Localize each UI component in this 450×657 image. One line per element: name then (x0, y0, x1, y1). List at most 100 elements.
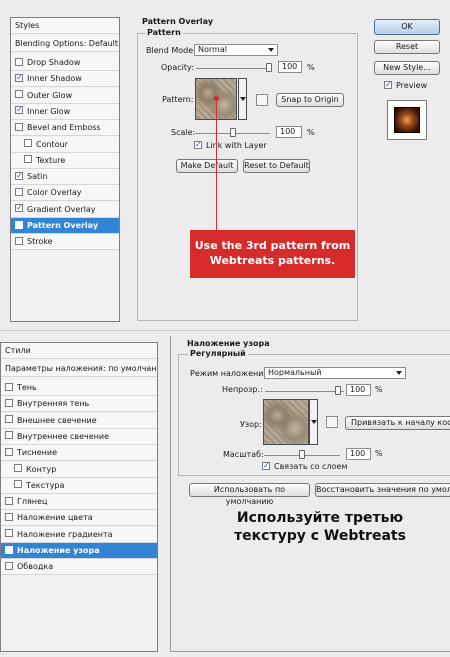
ru-style-item[interactable]: Контур (1, 461, 157, 478)
preview-checkbox[interactable] (384, 80, 392, 89)
ru-style-label: Внутреннее свечение (17, 431, 109, 441)
style-checkbox[interactable] (24, 155, 32, 164)
ru-style-item[interactable]: Внешнее свечение (1, 412, 157, 429)
pattern-picker-button[interactable] (238, 78, 247, 120)
ru-style-item[interactable]: Наложение градиента (1, 526, 157, 543)
ru-styles-header[interactable]: Стили (1, 343, 157, 359)
style-checkbox[interactable] (15, 90, 23, 99)
ru-pattern-swatch[interactable] (263, 399, 309, 445)
ru-opacity-slider-track[interactable] (265, 391, 344, 392)
opacity-slider-thumb[interactable] (266, 63, 272, 72)
ru-style-item[interactable]: Тиснение (1, 445, 157, 462)
ru-style-checkbox[interactable] (5, 545, 13, 554)
ru-style-item[interactable]: Текстура (1, 477, 157, 494)
blend-mode-select[interactable]: Normal (194, 44, 278, 56)
ru-snap-to-origin-button[interactable]: Привязать к началу коорд (345, 416, 450, 430)
ru-pattern-picker-button[interactable] (309, 399, 318, 445)
ru-reset-to-default-button[interactable]: Восстановить значения по умолча (315, 483, 450, 497)
ru-style-label: Контур (26, 464, 57, 474)
style-item[interactable]: Drop Shadow (11, 55, 119, 71)
style-item[interactable]: Outer Glow (11, 87, 119, 104)
scale-slider-thumb[interactable] (230, 128, 236, 137)
ru-blending-options-item[interactable]: Параметры наложения: по умолчанию (1, 361, 157, 377)
ru-style-item[interactable]: Тень (1, 380, 157, 396)
style-item[interactable]: Bevel and Emboss (11, 120, 119, 137)
ru-link-with-layer[interactable]: Связать со слоем (262, 461, 347, 471)
reset-to-default-button[interactable]: Reset to Default (243, 159, 310, 173)
make-default-button[interactable]: Make Default (176, 159, 238, 173)
snap-to-origin-button[interactable]: Snap to Origin (276, 93, 344, 107)
styles-header[interactable]: Styles (11, 18, 119, 34)
ru-opacity-slider-thumb[interactable] (335, 386, 341, 395)
style-item[interactable]: Color Overlay (11, 185, 119, 202)
ru-style-checkbox[interactable] (5, 415, 13, 424)
style-checkbox[interactable] (15, 204, 23, 213)
style-item[interactable]: Gradient Overlay (11, 201, 119, 218)
style-label: Contour (36, 139, 68, 149)
pattern-group-title: Pattern (145, 28, 183, 37)
ru-style-checkbox[interactable] (5, 382, 13, 391)
ru-style-checkbox[interactable] (5, 398, 13, 407)
ru-style-checkbox[interactable] (5, 431, 13, 440)
style-checkbox[interactable] (15, 122, 23, 131)
style-checkbox[interactable] (15, 220, 23, 229)
style-label: Satin (27, 172, 48, 182)
preview-toggle[interactable]: Preview (384, 80, 427, 90)
style-item[interactable]: Stroke (11, 234, 119, 251)
opacity-input[interactable]: 100 (278, 61, 302, 73)
style-checkbox[interactable] (15, 73, 23, 82)
ru-style-checkbox[interactable] (5, 561, 13, 570)
ru-style-checkbox[interactable] (5, 447, 13, 456)
scale-input[interactable]: 100 (276, 126, 302, 138)
ru-scale-slider-thumb[interactable] (299, 450, 305, 459)
ru-style-label: Внешнее свечение (17, 415, 97, 425)
style-checkbox[interactable] (15, 236, 23, 245)
link-checkbox[interactable] (194, 140, 202, 149)
style-checkbox[interactable] (15, 57, 23, 66)
style-item[interactable]: Pattern Overlay (11, 218, 119, 234)
ru-style-item[interactable]: Наложение узора (1, 543, 157, 559)
ru-style-checkbox[interactable] (5, 529, 13, 538)
reset-button[interactable]: Reset (374, 40, 440, 54)
style-item[interactable]: Inner Glow (11, 103, 119, 120)
style-checkbox[interactable] (15, 187, 23, 196)
new-preset-icon[interactable] (256, 94, 268, 106)
ru-link-checkbox[interactable] (262, 461, 270, 470)
ru-style-item[interactable]: Наложение цвета (1, 510, 157, 527)
blending-options-item[interactable]: Blending Options: Default (11, 36, 119, 52)
ru-opacity-input[interactable]: 100 (346, 384, 371, 396)
style-item[interactable]: Texture (11, 152, 119, 169)
opacity-percent: % (307, 63, 315, 72)
ru-style-label: Внутренняя тень (17, 399, 90, 409)
ru-style-checkbox[interactable] (5, 496, 13, 505)
new-style-button[interactable]: New Style... (374, 61, 440, 75)
opacity-slider-track[interactable] (196, 68, 272, 69)
preview-box (387, 100, 427, 140)
ru-make-default-button[interactable]: Использовать по умолчанию (189, 483, 310, 506)
ru-caption-line2: текстуру с Webtreats (234, 528, 406, 544)
style-item[interactable]: Contour (11, 136, 119, 153)
ru-style-checkbox[interactable] (14, 464, 22, 472)
style-checkbox[interactable] (15, 171, 23, 180)
ru-style-checkbox[interactable] (14, 480, 22, 489)
style-item[interactable]: Inner Shadow (11, 71, 119, 88)
ru-style-label: Тиснение (17, 448, 57, 458)
ru-style-item[interactable]: Внутренняя тень (1, 396, 157, 413)
ok-button[interactable]: OK (374, 19, 440, 35)
pattern-label: Pattern: (162, 95, 194, 104)
style-checkbox[interactable] (24, 139, 32, 147)
ru-new-preset-icon[interactable] (326, 416, 338, 428)
ru-style-label: Глянец (17, 497, 48, 507)
ru-style-label: Тень (17, 383, 37, 392)
ru-style-label: Обводка (17, 562, 54, 572)
style-label: Inner Shadow (27, 74, 82, 84)
ru-style-checkbox[interactable] (5, 512, 13, 521)
style-checkbox[interactable] (15, 106, 23, 115)
ru-blend-mode-select[interactable]: Нормальный (264, 367, 406, 379)
ru-style-item[interactable]: Внутреннее свечение (1, 428, 157, 445)
link-with-layer[interactable]: Link with Layer (194, 140, 267, 150)
ru-scale-input[interactable]: 100 (346, 448, 371, 460)
ru-style-item[interactable]: Обводка (1, 559, 157, 576)
ru-style-item[interactable]: Глянец (1, 494, 157, 511)
style-item[interactable]: Satin (11, 169, 119, 186)
